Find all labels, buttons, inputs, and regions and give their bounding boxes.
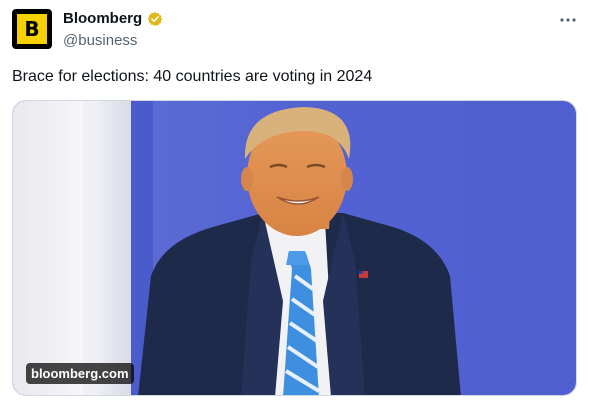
verified-badge-icon[interactable]	[147, 11, 163, 27]
more-horizontal-icon	[560, 18, 576, 22]
avatar[interactable]: B	[12, 9, 52, 49]
photo	[13, 101, 576, 395]
avatar-logo: B	[17, 14, 47, 44]
tweet-card[interactable]: B Bloomberg @business Brace for election…	[0, 0, 590, 400]
more-options-button[interactable]	[556, 8, 580, 32]
tweet-media-image[interactable]: bloomberg.com	[12, 100, 577, 396]
source-label: bloomberg.com	[26, 363, 134, 384]
account-handle[interactable]: @business	[63, 32, 137, 49]
tweet-text: Brace for elections: 40 countries are vo…	[12, 68, 373, 85]
display-name[interactable]: Bloomberg	[63, 10, 142, 27]
name-row: Bloomberg	[63, 10, 163, 27]
